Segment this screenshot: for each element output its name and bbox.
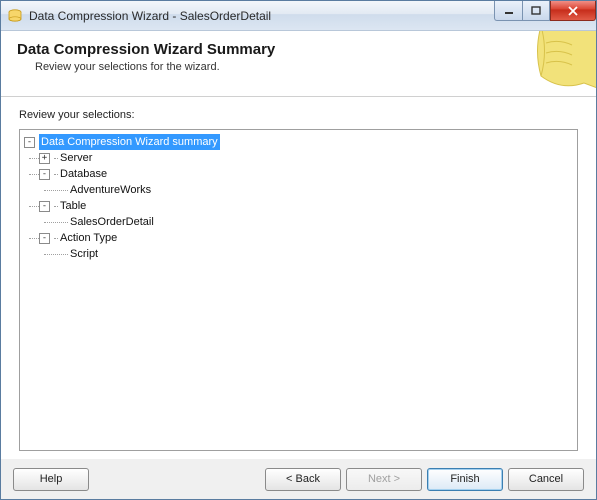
expand-icon[interactable]: - <box>39 201 50 212</box>
header-art-icon <box>526 31 596 97</box>
maximize-button[interactable] <box>522 1 550 21</box>
tree-actiontype-child-row[interactable]: Script <box>24 246 573 262</box>
back-button[interactable]: < Back <box>265 468 341 491</box>
close-button[interactable] <box>550 1 596 21</box>
app-icon <box>7 8 23 24</box>
expand-icon[interactable]: - <box>24 137 35 148</box>
tree-actiontype-label[interactable]: Action Type <box>58 230 119 246</box>
tree-server-row[interactable]: + Server <box>24 150 573 166</box>
next-button: Next > <box>346 468 422 491</box>
summary-tree-panel[interactable]: - Data Compression Wizard summary + Serv… <box>19 129 578 451</box>
tree-table-label[interactable]: Table <box>58 198 88 214</box>
tree-root-label[interactable]: Data Compression Wizard summary <box>39 134 220 150</box>
wizard-footer: Help < Back Next > Finish Cancel <box>1 459 596 499</box>
window-controls <box>494 1 596 21</box>
window-title: Data Compression Wizard - SalesOrderDeta… <box>29 9 271 23</box>
tree-database-label[interactable]: Database <box>58 166 109 182</box>
expand-icon[interactable]: - <box>39 233 50 244</box>
wizard-window: Data Compression Wizard - SalesOrderDeta… <box>0 0 597 500</box>
titlebar: Data Compression Wizard - SalesOrderDeta… <box>1 1 596 31</box>
help-button[interactable]: Help <box>13 468 89 491</box>
minimize-button[interactable] <box>494 1 522 21</box>
minimize-icon <box>504 6 514 16</box>
expand-icon[interactable]: - <box>39 169 50 180</box>
tree-table-child-row[interactable]: SalesOrderDetail <box>24 214 573 230</box>
page-title: Data Compression Wizard Summary <box>17 41 580 58</box>
tree-database-row[interactable]: - Database <box>24 166 573 182</box>
tree-database-child-row[interactable]: AdventureWorks <box>24 182 573 198</box>
wizard-header: Data Compression Wizard Summary Review y… <box>1 31 596 97</box>
cancel-button[interactable]: Cancel <box>508 468 584 491</box>
tree-table-child-label[interactable]: SalesOrderDetail <box>68 214 156 230</box>
close-icon <box>567 6 579 16</box>
tree-table-row[interactable]: - Table <box>24 198 573 214</box>
summary-tree: - Data Compression Wizard summary + Serv… <box>24 134 573 262</box>
tree-actiontype-child-label[interactable]: Script <box>68 246 100 262</box>
tree-database-child-label[interactable]: AdventureWorks <box>68 182 153 198</box>
tree-server-label[interactable]: Server <box>58 150 94 166</box>
finish-button[interactable]: Finish <box>427 468 503 491</box>
wizard-body: Review your selections: - Data Compressi… <box>1 97 596 459</box>
maximize-icon <box>531 6 541 16</box>
tree-actiontype-row[interactable]: - Action Type <box>24 230 573 246</box>
expand-icon[interactable]: + <box>39 153 50 164</box>
review-selections-label: Review your selections: <box>19 109 578 121</box>
page-subtitle: Review your selections for the wizard. <box>35 61 580 73</box>
tree-root-row[interactable]: - Data Compression Wizard summary <box>24 134 573 150</box>
